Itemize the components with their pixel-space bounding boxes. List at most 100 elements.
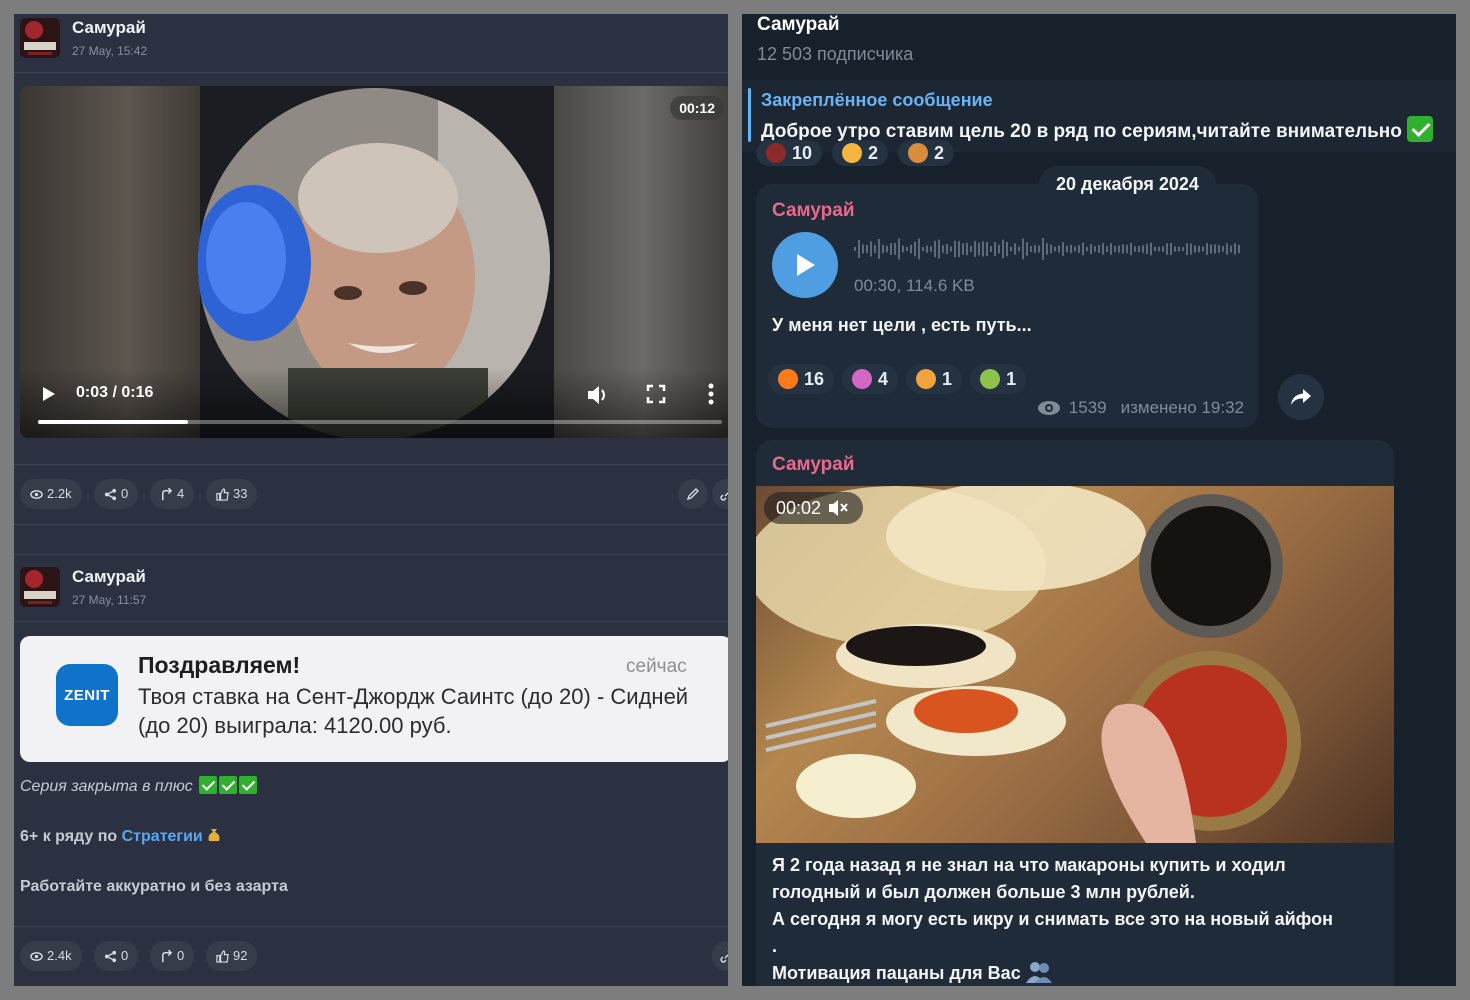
waveform-bar [1126, 244, 1128, 254]
waveform-bar [918, 238, 920, 260]
waveform-bar [1074, 246, 1076, 252]
message-author[interactable]: Самурай [772, 454, 855, 476]
waveform-bar [1170, 242, 1172, 256]
post-date: 27 May, 15:42 [72, 44, 148, 58]
reaction-chip[interactable]: 2 [832, 140, 889, 166]
waveform-bar [1030, 246, 1032, 252]
reaction-chip[interactable]: 16 [768, 364, 835, 394]
volume-icon[interactable] [586, 384, 610, 406]
waveform-bar [1102, 243, 1104, 255]
party-popper-emoji-icon [908, 143, 929, 163]
channel-name[interactable]: Самурай [72, 18, 146, 38]
link-icon [720, 489, 728, 501]
voice-waveform[interactable] [854, 234, 1242, 264]
channel-name[interactable]: Самурай [72, 567, 146, 587]
voice-message-bubble: Самурай 00:30, 114.6 KB У меня нет цели … [756, 184, 1258, 428]
message-author[interactable]: Самурай [772, 200, 855, 222]
food-video[interactable]: 00:02 [756, 486, 1394, 843]
channel-title[interactable]: Самурай [757, 14, 840, 36]
reaction-chip[interactable]: 1 [906, 364, 963, 394]
video-time: 00:02 [776, 497, 822, 518]
voice-duration-size: 00:30, 114.6 KB [854, 276, 975, 295]
channel-avatar[interactable] [20, 567, 60, 607]
link-icon [720, 951, 728, 963]
likes-count[interactable]: 33 [206, 479, 258, 509]
play-icon[interactable] [42, 386, 56, 402]
waveform-bar [1022, 238, 1024, 260]
views-value: 2.4k [47, 948, 72, 963]
reposts-count[interactable]: 0 [150, 941, 195, 971]
message-line: . [772, 936, 778, 956]
link-button[interactable] [712, 479, 728, 509]
channel-avatar[interactable] [20, 18, 60, 58]
share-button[interactable] [1278, 374, 1324, 420]
shares-count[interactable]: 0 [94, 479, 139, 509]
link-button[interactable] [712, 941, 728, 971]
video-controls: 0:03 / 0:16 [20, 368, 728, 438]
reposts-count[interactable]: 4 [150, 479, 195, 509]
waveform-bar [1178, 246, 1180, 252]
waveform-bar [1026, 242, 1028, 256]
waveform-bar [1174, 246, 1176, 252]
waveform-bar [1050, 244, 1052, 254]
check-icon [239, 776, 258, 794]
waveform-bar [1154, 246, 1156, 252]
waveform-bar [990, 246, 992, 252]
waveform-bar [910, 244, 912, 254]
waveform-bar [1198, 245, 1200, 253]
video-player[interactable]: 00:12 0:03 / 0:16 [20, 86, 728, 438]
shares-count[interactable]: 0 [94, 941, 139, 971]
thumbs-up-icon [216, 487, 229, 501]
reaction-chip[interactable]: 10 [756, 140, 823, 166]
waveform-bar [1042, 238, 1044, 260]
fullscreen-icon[interactable] [646, 384, 666, 404]
more-vertical-icon[interactable] [706, 382, 716, 406]
waveform-bar [1210, 244, 1212, 254]
reaction-chip[interactable]: 1 [970, 364, 1027, 394]
waveform-bar [906, 246, 908, 252]
pinned-text: Доброе утро ставим цель 20 в ряд по сери… [761, 116, 1434, 143]
post-line-series: Серия закрыта в плюс [20, 776, 258, 796]
edit-button[interactable] [678, 479, 708, 509]
waveform-bar [1014, 243, 1016, 255]
waveform-bar [1086, 246, 1088, 252]
strategy-prefix: 6+ к ряду по [20, 828, 122, 845]
zenit-logo: ZENIT [56, 664, 118, 726]
reaction-chip[interactable]: 4 [842, 364, 899, 394]
series-text: Серия закрыта в плюс [20, 778, 193, 795]
share-icon [104, 488, 117, 500]
waveform-bar [854, 247, 856, 251]
waveform-bar [902, 245, 904, 253]
likes-value: 33 [233, 486, 248, 501]
likes-count[interactable]: 92 [206, 941, 258, 971]
shares-value: 0 [121, 486, 129, 501]
caviar-video-frame [756, 486, 1301, 843]
waveform-bar [878, 238, 880, 260]
waveform-bar [1194, 245, 1196, 253]
pencil-icon [686, 488, 699, 501]
party-popper-emoji-icon [916, 369, 937, 389]
voice-play-button[interactable] [772, 232, 838, 298]
waveform-bar [1214, 244, 1216, 254]
reaction-count: 1 [942, 368, 953, 389]
play-icon [797, 254, 815, 276]
waveform-bar [994, 242, 996, 256]
fire-emoji-icon [778, 369, 798, 389]
waveform-bar [1134, 246, 1136, 252]
eye-icon [1037, 401, 1060, 415]
notification-body: Твоя ставка на Сент-Джордж Саинтс (до 20… [138, 684, 689, 738]
waveform-bar [1238, 244, 1240, 254]
reaction-row: 16 4 1 1 [768, 364, 1027, 394]
waveform-bar [870, 241, 872, 257]
waveform-bar [1206, 242, 1208, 256]
video-badge[interactable]: 00:02 [764, 492, 864, 524]
waveform-bar [974, 241, 976, 257]
repost-icon [162, 949, 173, 962]
repost-icon [162, 487, 173, 500]
thumbs-up-emoji-icon [842, 143, 863, 163]
video-progress-bar[interactable] [38, 420, 722, 424]
post-header: Самурай 27 May, 11:57 [14, 563, 728, 621]
reaction-chip[interactable]: 2 [898, 140, 955, 166]
strategy-link[interactable]: Стратегии [122, 828, 203, 845]
person-emoji-icon [852, 369, 873, 389]
